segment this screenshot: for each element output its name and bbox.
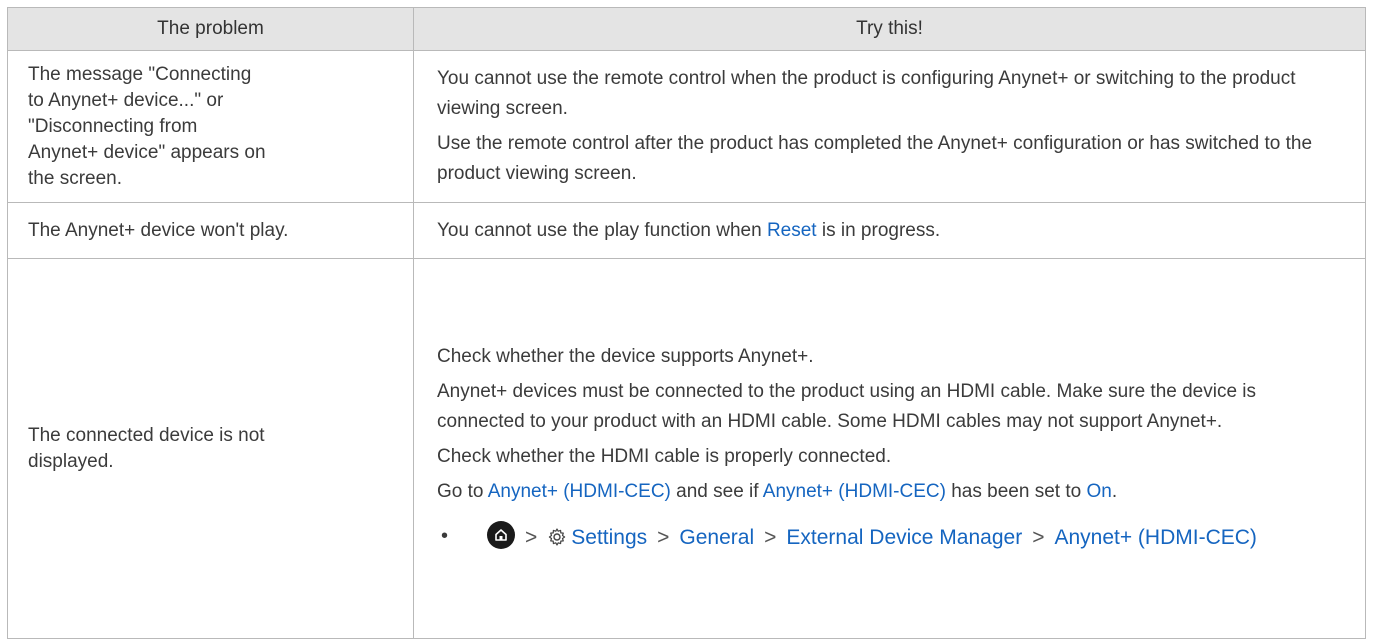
solution-text: Check whether the HDMI cable is properly… bbox=[437, 445, 892, 467]
solution-cell: Check whether the device supports Anynet… bbox=[413, 258, 1366, 639]
solution-text-part: Go to bbox=[437, 480, 488, 502]
solution-text: You cannot use the remote control when t… bbox=[437, 68, 1296, 119]
table-row: The Anynet+ device won't play. You canno… bbox=[7, 202, 1366, 259]
home-icon[interactable] bbox=[487, 520, 515, 549]
bullet: • bbox=[441, 524, 449, 547]
table-row: The message "Connecting to Anynet+ devic… bbox=[7, 50, 1366, 203]
solution-text: Use the remote control after the product… bbox=[437, 133, 1313, 184]
solution-text-part: and see if bbox=[670, 480, 763, 502]
problem-cell: The connected device is not displayed. bbox=[7, 258, 414, 639]
solution-cell: You cannot use the play function when Re… bbox=[413, 202, 1366, 259]
troubleshooting-table: The problem Try this! The message "Conne… bbox=[7, 7, 1366, 639]
solution-cell: You cannot use the remote control when t… bbox=[413, 50, 1366, 203]
header-problem: The problem bbox=[7, 7, 414, 51]
problem-text: The message "Connecting to Anynet+ devic… bbox=[28, 63, 266, 189]
solution-text-part: . bbox=[1111, 480, 1118, 502]
menu-path-text: > Settings > General > External Device Manag… bbox=[471, 520, 1341, 556]
problem-text: The connected device is not displayed. bbox=[28, 424, 265, 472]
menu-path: • > Settings > General > External Device Man… bbox=[437, 520, 1341, 556]
anynet-hdmi-cec-link[interactable]: Anynet+ (HDMI-CEC) bbox=[1054, 526, 1256, 549]
chevron-right-icon: > bbox=[657, 525, 670, 549]
solution-text: Go to Anynet+ (HDMI-CEC) and see if Anyn… bbox=[437, 477, 1341, 507]
problem-text: The Anynet+ device won't play. bbox=[28, 219, 289, 241]
solution-text-part: is in progress. bbox=[816, 219, 941, 241]
solution-text-part: has been set to bbox=[945, 480, 1087, 502]
header-try-this: Try this! bbox=[413, 7, 1366, 51]
chevron-right-icon: > bbox=[1032, 525, 1045, 549]
anynet-link[interactable]: Anynet+ (HDMI-CEC) bbox=[488, 481, 671, 502]
problem-cell: The Anynet+ device won't play. bbox=[7, 202, 414, 259]
on-value-link[interactable]: On bbox=[1086, 481, 1111, 502]
general-link[interactable]: General bbox=[679, 526, 754, 549]
settings-link[interactable]: Settings bbox=[571, 526, 647, 549]
external-device-manager-link[interactable]: External Device Manager bbox=[786, 526, 1022, 549]
solution-text: Anynet+ devices must be connected to the… bbox=[437, 380, 1257, 432]
table-row: The connected device is not displayed. C… bbox=[7, 258, 1366, 639]
solution-text: You cannot use the play function when Re… bbox=[437, 216, 1341, 246]
settings-gear-icon bbox=[547, 526, 567, 556]
table-header-row: The problem Try this! bbox=[7, 7, 1366, 51]
anynet-link[interactable]: Anynet+ (HDMI-CEC) bbox=[763, 481, 946, 502]
solution-text: Check whether the device supports Anynet… bbox=[437, 345, 814, 367]
chevron-right-icon: > bbox=[525, 525, 538, 549]
reset-link[interactable]: Reset bbox=[767, 220, 817, 241]
problem-cell: The message "Connecting to Anynet+ devic… bbox=[7, 50, 414, 203]
chevron-right-icon: > bbox=[764, 525, 777, 549]
solution-text-part: You cannot use the play function when bbox=[437, 219, 767, 241]
